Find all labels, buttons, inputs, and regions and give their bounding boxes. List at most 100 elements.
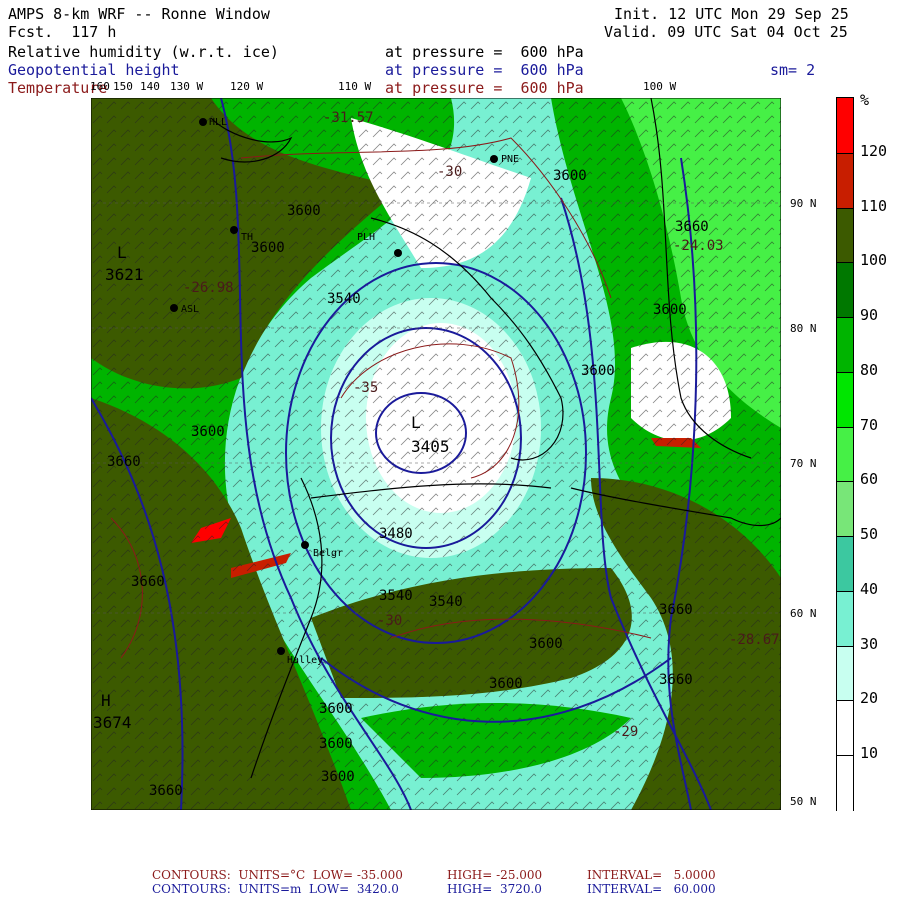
- height-label: 3600: [251, 240, 285, 256]
- high-center-marker: H: [101, 691, 111, 710]
- height-label: 3660: [659, 672, 693, 688]
- colorbar-tick-label: 120: [860, 141, 888, 160]
- height-label: 3540: [379, 588, 413, 604]
- colorbar-tick-label: 20: [860, 689, 879, 708]
- height-label: 3600: [319, 701, 353, 717]
- colorbar-segment: [837, 645, 853, 702]
- lon-label: 110 W: [338, 80, 372, 93]
- lon-label: 150: [113, 80, 133, 93]
- colorbar-tick-label: 80: [860, 360, 879, 379]
- height-label: 3660: [131, 574, 165, 590]
- temperature-label: -30: [377, 613, 402, 629]
- lon-label: 120 W: [230, 80, 264, 93]
- station-label: HLL: [209, 117, 227, 128]
- station-label: PLH: [357, 232, 375, 243]
- colorbar-segment: [837, 207, 853, 264]
- height-label: 3660: [675, 219, 709, 235]
- height-label: 3480: [379, 526, 413, 542]
- valid-time: Valid. 09 UTC Sat 04 Oct 25: [604, 23, 848, 41]
- station-marker: [490, 155, 498, 163]
- pressure-level-1: at pressure = 600 hPa: [385, 43, 584, 61]
- colorbar-segment: [837, 317, 853, 374]
- lat-label: 90 N: [790, 197, 817, 210]
- height-label: 3600: [553, 168, 587, 184]
- colorbar-unit: %: [860, 91, 870, 109]
- temperature-contour-high: HIGH= -25.000: [447, 868, 543, 882]
- height-label: 3600: [287, 203, 321, 219]
- lat-label: 50 N: [790, 795, 817, 808]
- temperature-label: -24.03: [673, 238, 724, 254]
- pressure-level-3: at pressure = 600 hPa: [385, 79, 584, 97]
- lat-label: 70 N: [790, 457, 817, 470]
- station-marker: [199, 118, 207, 126]
- colorbar-tick-label: 100: [860, 251, 888, 270]
- temperature-label: -30: [437, 164, 462, 180]
- colorbar-tick-label: 60: [860, 470, 879, 489]
- temperature-contour-interval: INTERVAL= 5.0000: [587, 868, 716, 882]
- temperature-label: -29: [613, 724, 638, 740]
- temperature-label: -26.98: [183, 280, 234, 296]
- temperature-contour-info: CONTOURS: UNITS=°C LOW= -35.000: [152, 868, 403, 882]
- colorbar-segment: [837, 755, 853, 812]
- height-label: 3540: [429, 594, 463, 610]
- colorbar-segment: [837, 590, 853, 648]
- station-marker: [230, 226, 238, 234]
- init-time: Init. 12 UTC Mon 29 Sep 25: [614, 5, 849, 23]
- temperature-label: -35: [353, 380, 378, 396]
- colorbar-segment: [837, 152, 853, 210]
- station-label: TH: [241, 232, 253, 243]
- colorbar-tick-label: 70: [860, 415, 879, 434]
- weather-map: 3600 3600 3600 3540 3600 3660 3660 3600 …: [91, 98, 781, 810]
- height-label: 3600: [319, 736, 353, 752]
- colorbar-tick-label: 90: [860, 306, 879, 325]
- colorbar-segment: [837, 536, 853, 593]
- colorbar-segment: [837, 481, 853, 538]
- height-contour-info: CONTOURS: UNITS=m LOW= 3420.0: [152, 882, 399, 896]
- lat-label: 80 N: [790, 322, 817, 335]
- colorbar-segment: [837, 371, 853, 429]
- height-label: 3600: [191, 424, 225, 440]
- colorbar-segment: [837, 700, 853, 757]
- station-label: PNE: [501, 154, 519, 165]
- lon-label: 160: [90, 80, 110, 93]
- height-label: 3600: [653, 302, 687, 318]
- colorbar-tick-label: 50: [860, 525, 879, 544]
- pressure-level-2: at pressure = 600 hPa: [385, 61, 584, 79]
- smoothing-label: sm= 2: [770, 61, 816, 79]
- colorbar-segment: [837, 262, 853, 319]
- station-label: Belgr: [313, 548, 343, 559]
- lat-label: 60 N: [790, 607, 817, 620]
- low-center-value: 3405: [411, 437, 450, 456]
- low-center-marker: L: [411, 413, 421, 432]
- height-label: 3600: [489, 676, 523, 692]
- height-contour-high: HIGH= 3720.0: [447, 882, 542, 896]
- colorbar-tick-label: 10: [860, 744, 879, 763]
- lon-label: 140: [140, 80, 160, 93]
- colorbar-tick-label: 30: [860, 634, 879, 653]
- station-marker: [170, 304, 178, 312]
- height-label: 3540: [327, 291, 361, 307]
- height-label: 3660: [149, 783, 183, 799]
- height-label: 3600: [529, 636, 563, 652]
- low-center-value: 3621: [105, 265, 144, 284]
- lon-label: 100 W: [643, 80, 677, 93]
- temperature-label: -28.67: [729, 632, 780, 648]
- colorbar: [836, 97, 854, 812]
- station-marker: [301, 541, 309, 549]
- temperature-label: -31.57: [323, 110, 374, 126]
- station-marker: [394, 249, 402, 257]
- height-label: 3660: [659, 602, 693, 618]
- height-contour-interval: INTERVAL= 60.000: [587, 882, 716, 896]
- height-label: 3600: [581, 363, 615, 379]
- colorbar-segment: [837, 98, 853, 154]
- colorbar-tick-label: 110: [860, 196, 888, 215]
- field-rh: Relative humidity (w.r.t. ice): [8, 43, 279, 61]
- station-marker: [277, 647, 285, 655]
- colorbar-tick-label: 40: [860, 579, 879, 598]
- height-label: 3660: [107, 454, 141, 470]
- high-center-value: 3674: [93, 713, 132, 732]
- colorbar-segment: [837, 426, 853, 483]
- station-label: Halley: [287, 655, 323, 666]
- map-title: AMPS 8-km WRF -- Ronne Window: [8, 5, 270, 23]
- low-center-marker: L: [117, 243, 127, 262]
